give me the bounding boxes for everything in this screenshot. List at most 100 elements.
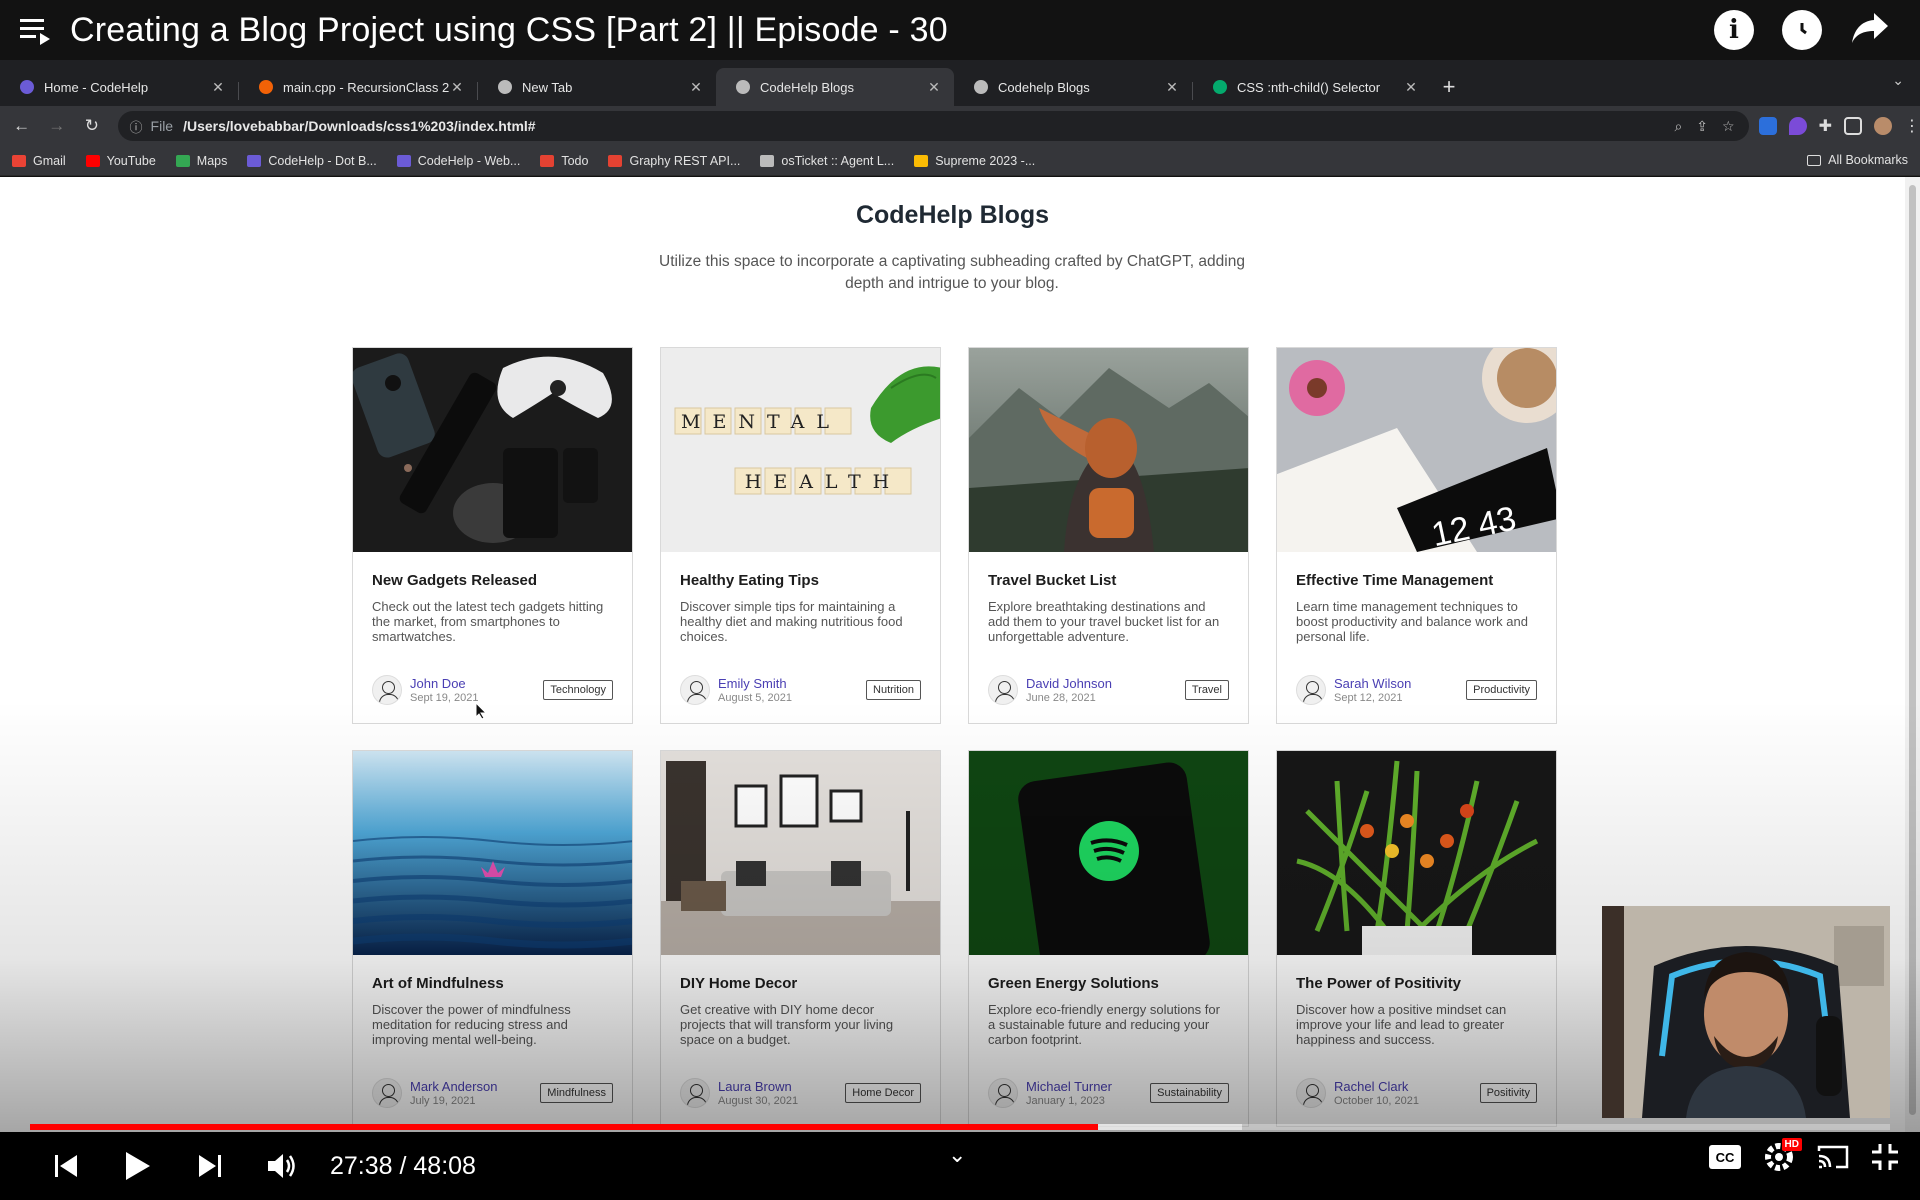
category-tag[interactable]: Sustainability <box>1150 1083 1229 1103</box>
w3schools-favicon-icon <box>1213 80 1227 94</box>
profile-avatar[interactable] <box>1873 117 1892 135</box>
close-tab-icon[interactable]: ✕ <box>449 79 465 96</box>
blog-card-title[interactable]: Effective Time Management <box>1296 572 1537 589</box>
scrollbar-thumb[interactable] <box>1909 185 1916 1115</box>
playlist-icon[interactable] <box>0 15 70 45</box>
info-icon[interactable]: i <box>1714 10 1754 50</box>
address-bar[interactable]: ⓘ File /Users/lovebabbar/Downloads/css1%… <box>117 111 1749 141</box>
watch-later-icon[interactable] <box>1782 10 1822 50</box>
bookmark-item[interactable]: osTicket :: Agent L... <box>760 154 894 168</box>
bookmark-item[interactable]: Graphy REST API... <box>608 154 740 168</box>
bookmark-item[interactable]: Gmail <box>12 154 66 168</box>
chevron-down-icon[interactable]: ⌄ <box>948 1142 966 1168</box>
share-page-icon[interactable]: ⇪ <box>1696 118 1708 135</box>
browser-tab[interactable]: Codehelp Blogs ✕ <box>954 68 1192 106</box>
blog-card-title[interactable]: New Gadgets Released <box>372 572 613 589</box>
author-name[interactable]: Mark Anderson <box>410 1079 540 1094</box>
extension-purple-icon[interactable] <box>1788 117 1807 135</box>
browser-tab[interactable]: CSS :nth-child() Selector ✕ <box>1193 68 1431 106</box>
close-tab-icon[interactable]: ✕ <box>688 79 704 96</box>
browser-menu-icon[interactable]: ⋮ <box>1904 116 1920 136</box>
blog-card-title[interactable]: The Power of Positivity <box>1296 975 1537 992</box>
all-bookmarks-button[interactable]: All Bookmarks <box>1807 153 1908 167</box>
share-icon[interactable] <box>1850 11 1890 50</box>
volume-icon[interactable] <box>246 1138 318 1194</box>
side-panel-icon[interactable] <box>1843 117 1862 135</box>
bookmark-item[interactable]: Maps <box>175 154 227 168</box>
blog-card[interactable]: Art of Mindfulness Discover the power of … <box>352 750 633 1127</box>
blog-card[interactable]: The Power of Positivity Discover how a po… <box>1276 750 1557 1127</box>
bookmark-item[interactable]: Todo <box>540 154 588 168</box>
video-time: 27:38 / 48:08 <box>330 1151 476 1180</box>
bookmark-item[interactable]: Supreme 2023 -... <box>914 154 1035 168</box>
extension-blue-icon[interactable] <box>1758 117 1777 135</box>
site-info-icon[interactable]: ⓘ <box>130 117 143 136</box>
bookmark-item[interactable]: YouTube <box>85 154 156 168</box>
back-icon[interactable]: ← <box>8 112 35 140</box>
category-tag[interactable]: Nutrition <box>866 680 921 700</box>
bookmark-item[interactable]: CodeHelp - Dot B... <box>247 154 377 168</box>
bookmark-item[interactable]: CodeHelp - Web... <box>396 154 520 168</box>
category-tag[interactable]: Productivity <box>1466 680 1537 700</box>
close-tab-icon[interactable]: ✕ <box>926 79 942 96</box>
forward-icon[interactable]: → <box>43 112 70 140</box>
category-tag[interactable]: Travel <box>1184 680 1229 700</box>
blog-card[interactable]: New Gadgets Released Check out the latest… <box>352 347 633 724</box>
tab-search-icon[interactable]: ⌄ <box>1892 72 1904 89</box>
blog-card-title[interactable]: DIY Home Decor <box>680 975 921 992</box>
blog-card-description: Learn time management techniques to boos… <box>1296 599 1528 644</box>
video-progress-bar[interactable] <box>30 1124 1890 1130</box>
bookmark-favicon-icon <box>12 154 26 167</box>
video-title[interactable]: Creating a Blog Project using CSS [Part … <box>70 11 1714 50</box>
blog-card-description: Discover the power of mindfulness medita… <box>372 1002 571 1047</box>
author-name[interactable]: Michael Turner <box>1026 1079 1150 1094</box>
blog-card[interactable]: Green Energy Solutions Explore eco-friend… <box>968 750 1249 1127</box>
bookmark-favicon-icon <box>85 154 100 167</box>
replit-favicon-icon <box>259 80 273 94</box>
close-tab-icon[interactable]: ✕ <box>210 79 226 96</box>
browser-tab[interactable]: CodeHelp Blogs ✕ <box>716 68 954 106</box>
play-icon[interactable] <box>102 1138 174 1194</box>
browser-tab[interactable]: Home - CodeHelp ✕ <box>0 68 238 106</box>
author-name[interactable]: Laura Brown <box>718 1079 845 1094</box>
cast-icon[interactable] <box>1816 1143 1850 1176</box>
url-text[interactable]: /Users/lovebabbar/Downloads/css1%203/ind… <box>183 118 1674 134</box>
previous-icon[interactable] <box>30 1138 102 1194</box>
settings-gear-icon[interactable]: HD <box>1762 1138 1802 1179</box>
page-scrollbar[interactable] <box>1905 177 1920 1132</box>
category-tag[interactable]: Technology <box>543 680 613 700</box>
new-tab-button[interactable]: + <box>1431 68 1467 106</box>
author-name[interactable]: David Johnson <box>1026 676 1185 691</box>
extensions-puzzle-icon[interactable]: ✚ <box>1819 116 1832 136</box>
category-tag[interactable]: Mindfulness <box>540 1083 613 1103</box>
blog-card[interactable]: 12 43 Effective Time Management Learn time… <box>1276 347 1557 724</box>
blog-card-title[interactable]: Travel Bucket List <box>988 572 1229 589</box>
author-name[interactable]: Emily Smith <box>718 676 866 691</box>
author-name[interactable]: John Doe <box>410 676 543 691</box>
blog-card-title[interactable]: Art of Mindfulness <box>372 975 613 992</box>
author-avatar <box>1296 1078 1326 1108</box>
globe-favicon-icon <box>498 80 512 94</box>
reload-icon[interactable]: ↻ <box>78 112 105 140</box>
close-tab-icon[interactable]: ✕ <box>1164 79 1180 96</box>
next-icon[interactable] <box>174 1138 246 1194</box>
blog-card[interactable]: Travel Bucket List Explore breathtaking d… <box>968 347 1249 724</box>
author-name[interactable]: Sarah Wilson <box>1334 676 1466 691</box>
author-avatar <box>988 1078 1018 1108</box>
browser-tab[interactable]: main.cpp - RecursionClass 2 · ✕ <box>239 68 477 106</box>
blog-card[interactable]: DIY Home Decor Get creative with DIY home… <box>660 750 941 1127</box>
exit-fullscreen-icon[interactable] <box>1870 1142 1900 1177</box>
zoom-icon[interactable]: ⌕ <box>1674 118 1682 135</box>
blog-card-image <box>353 348 632 552</box>
bookmarks-bar: Gmail YouTube Maps CodeHelp - Dot B... CodeH… <box>0 146 1920 176</box>
blog-card[interactable]: MENTAL HEALTH Healthy Eating Tips Discover … <box>660 347 941 724</box>
author-name[interactable]: Rachel Clark <box>1334 1079 1480 1094</box>
category-tag[interactable]: Positivity <box>1479 1083 1537 1103</box>
blog-card-title[interactable]: Green Energy Solutions <box>988 975 1229 992</box>
category-tag[interactable]: Home Decor <box>845 1083 921 1103</box>
captions-icon[interactable]: CC <box>1708 1144 1742 1175</box>
browser-tab[interactable]: New Tab ✕ <box>478 68 716 106</box>
bookmark-star-icon[interactable]: ☆ <box>1722 118 1735 135</box>
close-tab-icon[interactable]: ✕ <box>1403 79 1419 96</box>
blog-card-title[interactable]: Healthy Eating Tips <box>680 572 921 589</box>
